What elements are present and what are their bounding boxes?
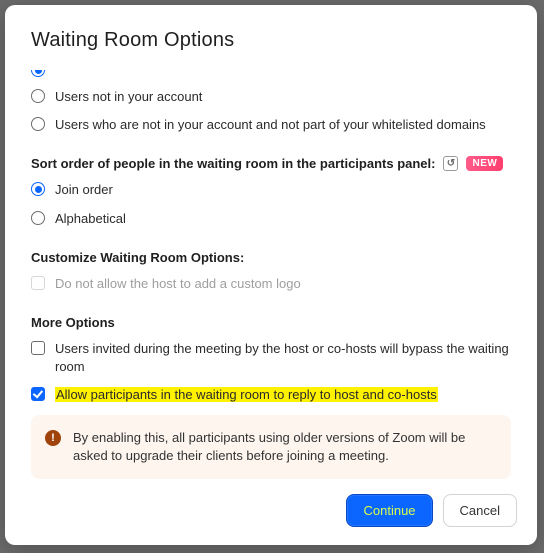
radio-icon xyxy=(31,70,45,77)
checkbox-icon xyxy=(31,276,45,290)
warning-text: By enabling this, all participants using… xyxy=(73,429,495,465)
cutoff-option xyxy=(31,70,511,78)
checkbox-label: Allow participants in the waiting room t… xyxy=(55,386,438,404)
radio-label: Alphabetical xyxy=(55,210,126,228)
checkbox-icon xyxy=(31,341,45,355)
customize-header: Customize Waiting Room Options: xyxy=(31,250,511,265)
radio-alphabetical[interactable]: Alphabetical xyxy=(31,210,511,228)
checkbox-label: Do not allow the host to add a custom lo… xyxy=(55,275,301,293)
new-badge: NEW xyxy=(466,156,503,171)
section-header-text: Customize Waiting Room Options: xyxy=(31,250,244,265)
checkbox-allow-reply[interactable]: Allow participants in the waiting room t… xyxy=(31,386,511,404)
radio-icon xyxy=(31,211,45,225)
radio-icon xyxy=(31,89,45,103)
reset-icon[interactable]: ↺ xyxy=(443,156,458,171)
warning-icon: ! xyxy=(45,430,61,446)
radio-icon xyxy=(31,117,45,131)
radio-join-order[interactable]: Join order xyxy=(31,181,511,199)
warning-box: ! By enabling this, all participants usi… xyxy=(31,415,511,479)
modal-title: Waiting Room Options xyxy=(31,29,511,52)
checkbox-icon xyxy=(31,387,45,401)
radio-label: Join order xyxy=(55,181,113,199)
section-header-text: Sort order of people in the waiting room… xyxy=(31,156,435,171)
waiting-room-options-modal: Waiting Room Options Users not in your a… xyxy=(5,5,537,545)
sort-order-header: Sort order of people in the waiting room… xyxy=(31,156,511,171)
radio-users-not-in-account-or-domain[interactable]: Users who are not in your account and no… xyxy=(31,116,511,134)
checkbox-no-custom-logo: Do not allow the host to add a custom lo… xyxy=(31,275,511,293)
modal-scroll-area[interactable]: Waiting Room Options Users not in your a… xyxy=(5,5,537,482)
checkbox-bypass-invited[interactable]: Users invited during the meeting by the … xyxy=(31,340,511,376)
checkbox-label: Users invited during the meeting by the … xyxy=(55,340,511,376)
radio-label: Users who are not in your account and no… xyxy=(55,116,486,134)
section-header-text: More Options xyxy=(31,315,115,330)
cancel-button[interactable]: Cancel xyxy=(443,494,517,527)
radio-users-not-in-account[interactable]: Users not in your account xyxy=(31,88,511,106)
radio-icon xyxy=(31,182,45,196)
modal-footer: Continue Cancel xyxy=(5,482,537,545)
radio-label: Users not in your account xyxy=(55,88,202,106)
more-options-header: More Options xyxy=(31,315,511,330)
continue-button[interactable]: Continue xyxy=(346,494,432,527)
highlighted-text: Allow participants in the waiting room t… xyxy=(55,387,438,402)
